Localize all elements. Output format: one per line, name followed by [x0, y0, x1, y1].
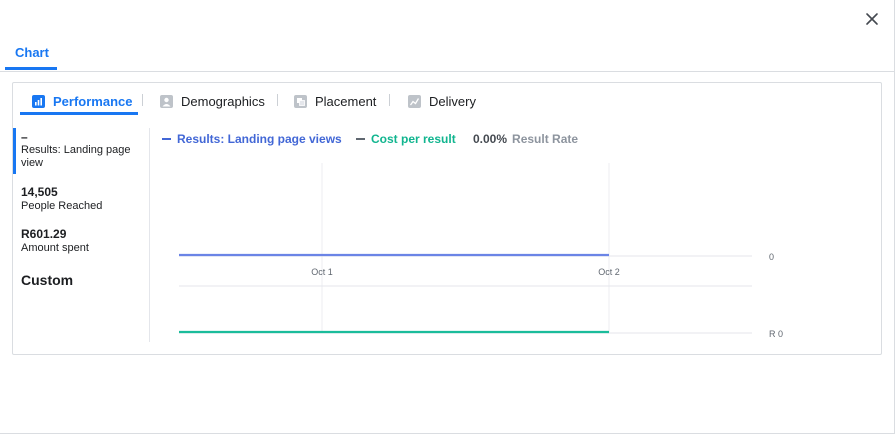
close-icon[interactable]: [863, 10, 881, 28]
placement-icon: [294, 94, 307, 108]
divider: [142, 94, 143, 106]
legend-swatch: [162, 138, 171, 140]
x-tick-label: Oct 1: [311, 267, 333, 277]
active-tab-indicator: [5, 67, 57, 70]
subtab-placement[interactable]: Placement: [294, 91, 376, 111]
divider: [277, 94, 278, 106]
line-chart-icon: [408, 94, 421, 108]
legend-result-rate: 0.00% Result Rate: [473, 132, 578, 146]
y-tick-label: 0: [769, 252, 774, 262]
metric-label: Results: Landing page view: [21, 144, 131, 169]
chart-marks: [179, 253, 609, 334]
result-rate-label: Result Rate: [512, 132, 579, 146]
divider: [389, 94, 390, 106]
dialog-tab-bar: Chart: [0, 0, 894, 72]
legend-results[interactable]: Results: Landing page views: [162, 132, 342, 146]
performance-chart: 0 R 0 Oct 1 Oct 2: [179, 163, 783, 339]
y-tick-label: R 0: [769, 329, 783, 339]
bar-chart-icon: [32, 94, 45, 108]
active-subtab-indicator: [20, 112, 138, 115]
metric-value: –: [21, 130, 28, 144]
subtab-delivery[interactable]: Delivery: [408, 91, 476, 111]
x-tick-label: Oct 2: [598, 267, 620, 277]
metric-value: R601.29: [21, 227, 67, 241]
selected-metric-indicator: [13, 128, 16, 174]
metric-results[interactable]: – Results: Landing page view: [21, 131, 139, 170]
subtab-label: Delivery: [429, 93, 476, 109]
subtab-performance[interactable]: Performance: [32, 91, 132, 111]
chart-grid: [179, 163, 752, 334]
subtab-label: Performance: [53, 93, 133, 109]
metric-label: People Reached: [21, 200, 103, 212]
subtab-label: Demographics: [181, 93, 265, 109]
chart-dialog: Chart Performance Demographics Placement…: [0, 0, 895, 434]
people-icon: [160, 94, 173, 108]
metric-value: 14,505: [21, 185, 58, 199]
legend-swatch: [356, 138, 365, 140]
legend-label: Cost per result: [371, 132, 456, 146]
subtab-label: Placement: [315, 93, 377, 109]
legend-cost[interactable]: Cost per result: [356, 132, 456, 146]
chart-panel: Performance Demographics Placement Deliv…: [12, 82, 882, 355]
tab-chart[interactable]: Chart: [15, 45, 49, 60]
subtab-demographics[interactable]: Demographics: [160, 91, 265, 111]
legend-label: Results: Landing page views: [177, 132, 342, 146]
metric-reach[interactable]: 14,505 People Reached: [21, 185, 102, 213]
result-rate-value: 0.00%: [473, 132, 508, 146]
metrics-sidebar: – Results: Landing page view 14,505 Peop…: [13, 128, 150, 342]
metric-amount-spent[interactable]: R601.29 Amount spent: [21, 227, 89, 255]
chart-ticks: 0 R 0 Oct 1 Oct 2: [311, 252, 783, 339]
custom-label[interactable]: Custom: [21, 272, 73, 288]
metric-label: Amount spent: [21, 242, 89, 254]
